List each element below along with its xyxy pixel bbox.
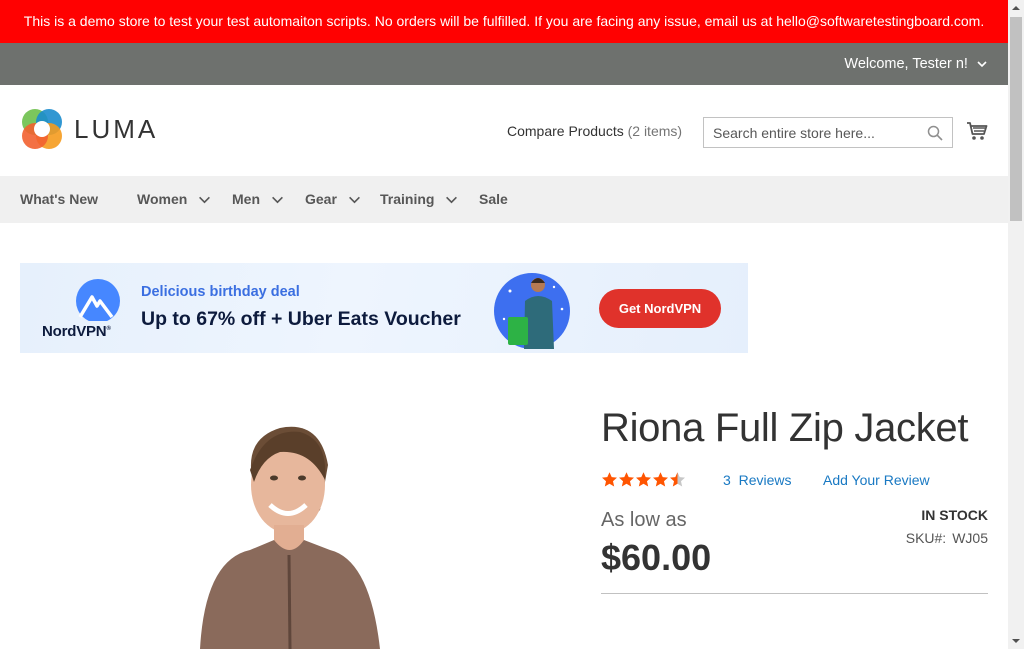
divider [601,593,988,594]
stock-status: IN STOCK [921,507,988,523]
nordvpn-mountain-icon [76,279,120,321]
nav-label: Gear [305,191,337,207]
compare-products-link[interactable]: Compare Products (2 items) [507,123,682,139]
price-label: As low as [601,509,687,531]
welcome-text: Welcome, Tester n! [844,56,968,72]
nav-label: Training [380,191,435,207]
product-photo-icon [200,426,380,649]
demo-notice: This is a demo store to test your test a… [0,0,1008,43]
product-title: Riona Full Zip Jacket [601,406,969,450]
chevron-down-icon [271,196,283,204]
add-review-link[interactable]: Add Your Review [823,472,930,488]
scroll-thumb[interactable] [1010,17,1022,221]
banner-subtitle: Delicious birthday deal [141,284,300,300]
banner-headline: Up to 67% off + Uber Eats Voucher [141,308,461,330]
product-image[interactable] [170,410,430,649]
chevron-down-icon [348,196,360,204]
product-sku: SKU#: WJ05 [788,530,988,546]
customer-welcome-menu[interactable]: Welcome, Tester n! [844,43,988,85]
nav-label: Women [137,191,188,207]
nav-item-gear[interactable]: Gear [305,176,361,223]
star-icon [653,472,668,487]
star-icon [619,472,634,487]
nav-item-women[interactable]: Women [137,176,211,223]
nordvpn-brand: NordVPN [42,323,107,340]
nav-label: Sale [479,191,508,207]
chevron-down-icon [199,196,211,204]
page-scrollbar[interactable] [1008,0,1024,649]
compare-label: Compare Products [507,123,624,139]
sku-label: SKU#: [905,530,947,546]
nordvpn-wordmark: NordVPN® [42,323,111,340]
product-price: $60.00 [601,537,712,578]
cart-icon[interactable] [966,120,988,142]
nav-item-training[interactable]: Training [380,176,458,223]
scroll-down-arrow-icon[interactable] [1008,633,1024,649]
person-illustration-icon [494,273,570,349]
main-navigation: What's New Women Men Gear Training Sale [0,176,1008,223]
panel-header: Welcome, Tester n! [0,43,1008,85]
luma-logo-icon [22,109,62,149]
get-nordvpn-button[interactable]: Get NordVPN [599,289,721,328]
site-header: LUMA Compare Products (2 items) [0,85,1008,176]
nav-item-whats-new[interactable]: What's New [20,176,98,223]
reviews-link[interactable]: 3 Reviews [723,472,791,488]
search-input[interactable] [704,118,919,147]
reviews-count: 3 [723,472,731,488]
luma-logo[interactable]: LUMA [20,107,158,151]
sku-value: WJ05 [952,530,988,546]
nav-label: What's New [20,191,99,207]
nav-item-men[interactable]: Men [232,176,284,223]
logo-text: LUMA [74,113,159,144]
chevron-down-icon [446,196,458,204]
nav-item-sale[interactable]: Sale [479,176,508,223]
reviews-label: Reviews [738,472,792,488]
nordvpn-ad-banner[interactable]: NordVPN® Delicious birthday deal Up to 6… [20,263,748,353]
search-icon[interactable] [927,125,943,141]
nav-label: Men [232,191,260,207]
star-icon [602,472,617,487]
compare-count: (2 items) [627,123,683,139]
chevron-down-icon [977,61,987,68]
star-half-icon [670,472,685,487]
scroll-up-arrow-icon[interactable] [1008,0,1024,16]
rating-stars [601,471,686,488]
star-icon [636,472,651,487]
search-box [703,117,953,148]
